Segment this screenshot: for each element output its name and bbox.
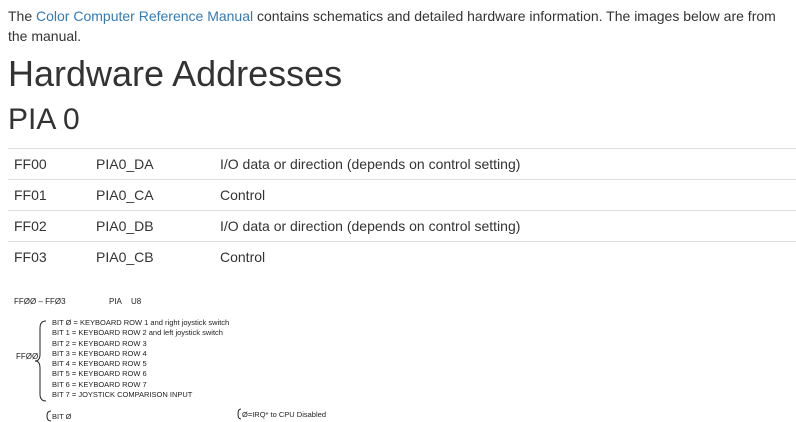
left-brace-icon [46,410,52,422]
register-name-cell: PIA0_DA [90,148,214,180]
figure-bit-line: BIT 6 = KEYBOARD ROW 7 [52,379,147,389]
intro-prefix: The [8,8,37,24]
table-row: FF01 PIA0_CA Control [8,179,796,211]
address-table: FF00 PIA0_DA I/O data or direction (depe… [8,148,796,272]
figure-bit-line: BIT Ø [52,412,72,421]
register-name-cell: PIA0_CB [90,241,214,272]
address-cell: FF00 [8,148,90,180]
figure-control-note: Ø=IRQ* to CPU Disabled [242,410,326,419]
table-row: FF02 PIA0_DB I/O data or direction (depe… [8,210,796,242]
reference-manual-link[interactable]: Color Computer Reference Manual [36,8,253,24]
description-cell: Control [214,241,796,272]
address-cell: FF01 [8,179,90,211]
figure-address-range: FFØØ – FFØ3 [14,297,66,306]
figure-bit-line: BIT 7 = JOYSTICK COMPARISON INPUT [52,390,193,400]
figure-bit-line: BIT 2 = KEYBOARD ROW 3 [52,338,147,348]
description-cell: I/O data or direction (depends on contro… [214,210,796,242]
figure-bit-line: BIT Ø = KEYBOARD ROW 1 and right joystic… [52,318,230,327]
figure-chip-label: PIA [109,297,122,306]
figure-bit-list: BIT Ø = KEYBOARD ROW 1 and right joystic… [52,318,229,400]
figure-bit-line: BIT 1 = KEYBOARD ROW 2 and left joystick… [52,328,223,338]
figure-bit-line: BIT 4 = KEYBOARD ROW 5 [52,359,147,369]
register-name-cell: PIA0_DB [90,210,214,242]
address-cell: FF02 [8,210,90,242]
description-cell: I/O data or direction (depends on contro… [214,148,796,180]
manual-scan-image: FFØØ – FFØ3 PIA U8 FFØØ BIT Ø = KEYBOARD… [8,292,568,422]
intro-paragraph: The Color Computer Reference Manual cont… [8,6,788,46]
address-cell: FF03 [8,241,90,272]
page-title: Hardware Addresses [8,53,343,94]
figure-bit-line: BIT 5 = KEYBOARD ROW 6 [52,369,147,379]
description-cell: Control [214,179,796,211]
register-name-cell: PIA0_CA [90,179,214,211]
figure-bit-line: BIT 3 = KEYBOARD ROW 4 [52,348,147,358]
table-row: FF03 PIA0_CB Control [8,241,796,272]
table-row: FF00 PIA0_DA I/O data or direction (depe… [8,148,796,180]
left-brace-icon [34,320,47,402]
section-title: PIA 0 [8,103,80,136]
figure-chip-id: U8 [131,297,142,306]
